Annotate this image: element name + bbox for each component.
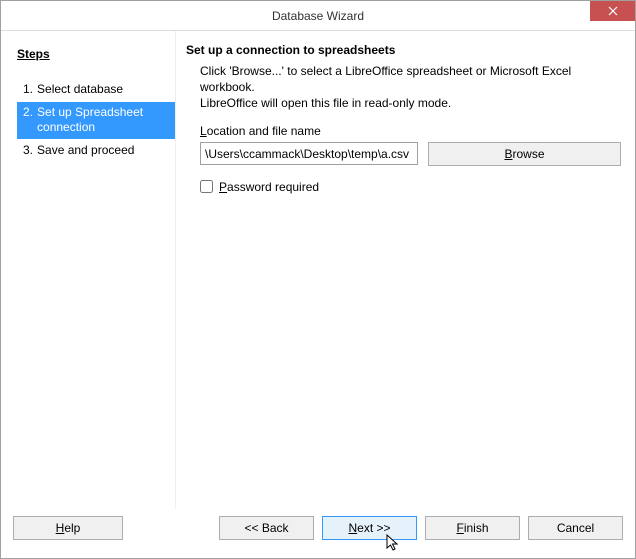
page-heading: Set up a connection to spreadsheets	[186, 43, 621, 57]
back-button[interactable]: << Back	[219, 516, 314, 540]
steps-heading: Steps	[17, 47, 175, 61]
titlebar: Database Wizard	[1, 1, 635, 31]
main-panel: Set up a connection to spreadsheets Clic…	[176, 31, 635, 509]
step-spreadsheet-connection[interactable]: 2. Set up Spreadsheet connection	[17, 102, 175, 139]
step-number: 2.	[23, 105, 33, 136]
step-label: Save and proceed	[37, 143, 134, 159]
next-button[interactable]: Next >>	[322, 516, 417, 540]
steps-sidebar: Steps 1. Select database 2. Set up Sprea…	[1, 31, 176, 509]
finish-button[interactable]: Finish	[425, 516, 520, 540]
step-save-proceed[interactable]: 3. Save and proceed	[17, 140, 175, 162]
password-row: Password required	[200, 180, 621, 194]
browse-button[interactable]: Browse	[428, 142, 621, 166]
close-button[interactable]	[590, 1, 635, 21]
cancel-button[interactable]: Cancel	[528, 516, 623, 540]
step-label: Select database	[37, 82, 123, 98]
location-row: Browse	[200, 142, 621, 166]
password-label[interactable]: Password required	[219, 180, 319, 194]
help-button[interactable]: Help	[13, 516, 123, 540]
password-checkbox[interactable]	[200, 180, 213, 193]
step-label: Set up Spreadsheet connection	[37, 105, 169, 136]
button-bar: Help << Back Next >> Finish Cancel	[1, 510, 635, 546]
step-select-database[interactable]: 1. Select database	[17, 79, 175, 101]
location-input[interactable]	[200, 142, 418, 165]
location-label: Location and file name	[200, 124, 621, 138]
step-number: 3.	[23, 143, 33, 159]
content-area: Steps 1. Select database 2. Set up Sprea…	[1, 31, 635, 509]
close-icon	[608, 6, 618, 16]
instruction-text: Click 'Browse...' to select a LibreOffic…	[200, 63, 621, 112]
step-number: 1.	[23, 82, 33, 98]
window-title: Database Wizard	[272, 9, 364, 23]
